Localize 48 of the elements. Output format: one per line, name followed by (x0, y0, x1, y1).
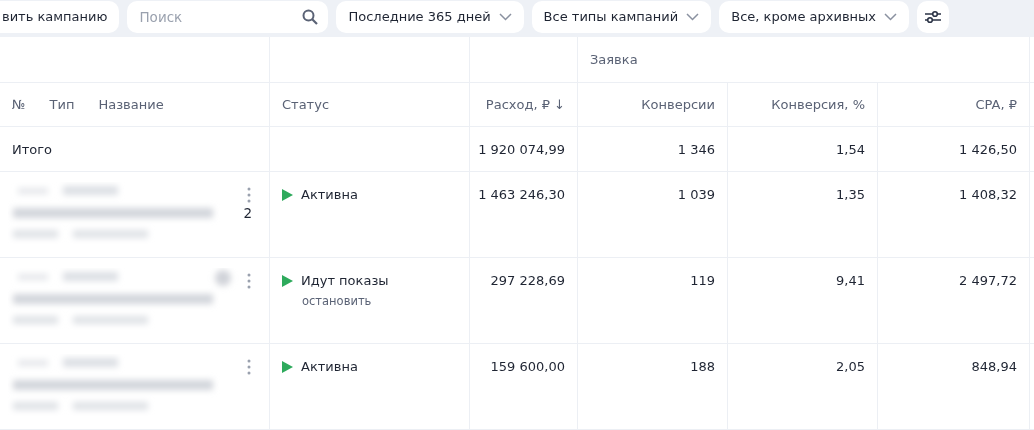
status-text: Активна (301, 187, 358, 202)
more-icon[interactable] (247, 187, 251, 203)
filter-dropdown[interactable]: Все типы кампаний (531, 0, 712, 33)
more-icon[interactable] (247, 359, 251, 375)
more-icon[interactable] (247, 273, 251, 289)
number-fragment: 2 (243, 205, 252, 221)
chevron-down-icon (686, 12, 700, 21)
column-header: Тип (49, 97, 75, 112)
play-icon (282, 274, 293, 287)
column-header: № (12, 97, 26, 112)
table-cell: 188 (690, 359, 715, 374)
table-cell: 297 228,69 (490, 273, 565, 288)
table-cell: 9,41 (836, 273, 865, 288)
add-campaign-button[interactable]: вить кампанию (0, 0, 120, 33)
total-cell: 1 920 074,99 (478, 141, 565, 157)
search-field[interactable]: Поиск (127, 0, 329, 33)
sliders-icon (925, 9, 942, 24)
settings-button[interactable] (917, 0, 950, 33)
filter-dropdown[interactable]: Последние 365 дней (336, 0, 524, 33)
play-icon (282, 360, 293, 373)
filter-dropdown[interactable]: Все, кроме архивных (719, 0, 910, 33)
total-cell: 1 426,50 (959, 141, 1017, 157)
table-cell: 2 497,72 (959, 273, 1017, 288)
status-text: Идут показы (301, 273, 389, 288)
column-header[interactable]: Расход, ₽ ↓ (485, 97, 565, 112)
total-cell: 1,54 (836, 141, 865, 157)
table-cell: 848,94 (971, 359, 1017, 374)
table-cell: 1 408,32 (959, 187, 1017, 202)
total-cell: 1 346 (677, 141, 715, 157)
play-icon (282, 188, 293, 201)
status-text: Активна (301, 359, 358, 374)
table-cell: 119 (690, 273, 715, 288)
group-header: Заявка (590, 52, 638, 67)
column-header[interactable]: Конверсии (641, 97, 715, 112)
table-cell: 1 039 (677, 187, 715, 202)
chevron-down-icon (884, 12, 898, 21)
column-header[interactable]: Статус (282, 97, 330, 112)
column-header[interactable]: Конверсия, % (771, 97, 865, 112)
chevron-down-icon (498, 12, 512, 21)
table-cell: 159 600,00 (490, 359, 565, 374)
stop-link[interactable]: остановить (302, 294, 372, 308)
table-cell: 1 463 246,30 (478, 187, 565, 202)
search-icon (302, 8, 319, 25)
total-label: Итого (12, 141, 53, 157)
column-header[interactable]: CPA, ₽ (975, 97, 1017, 112)
table-cell: 2,05 (836, 359, 865, 374)
column-header: Название (98, 97, 164, 112)
table-cell: 1,35 (836, 187, 865, 202)
